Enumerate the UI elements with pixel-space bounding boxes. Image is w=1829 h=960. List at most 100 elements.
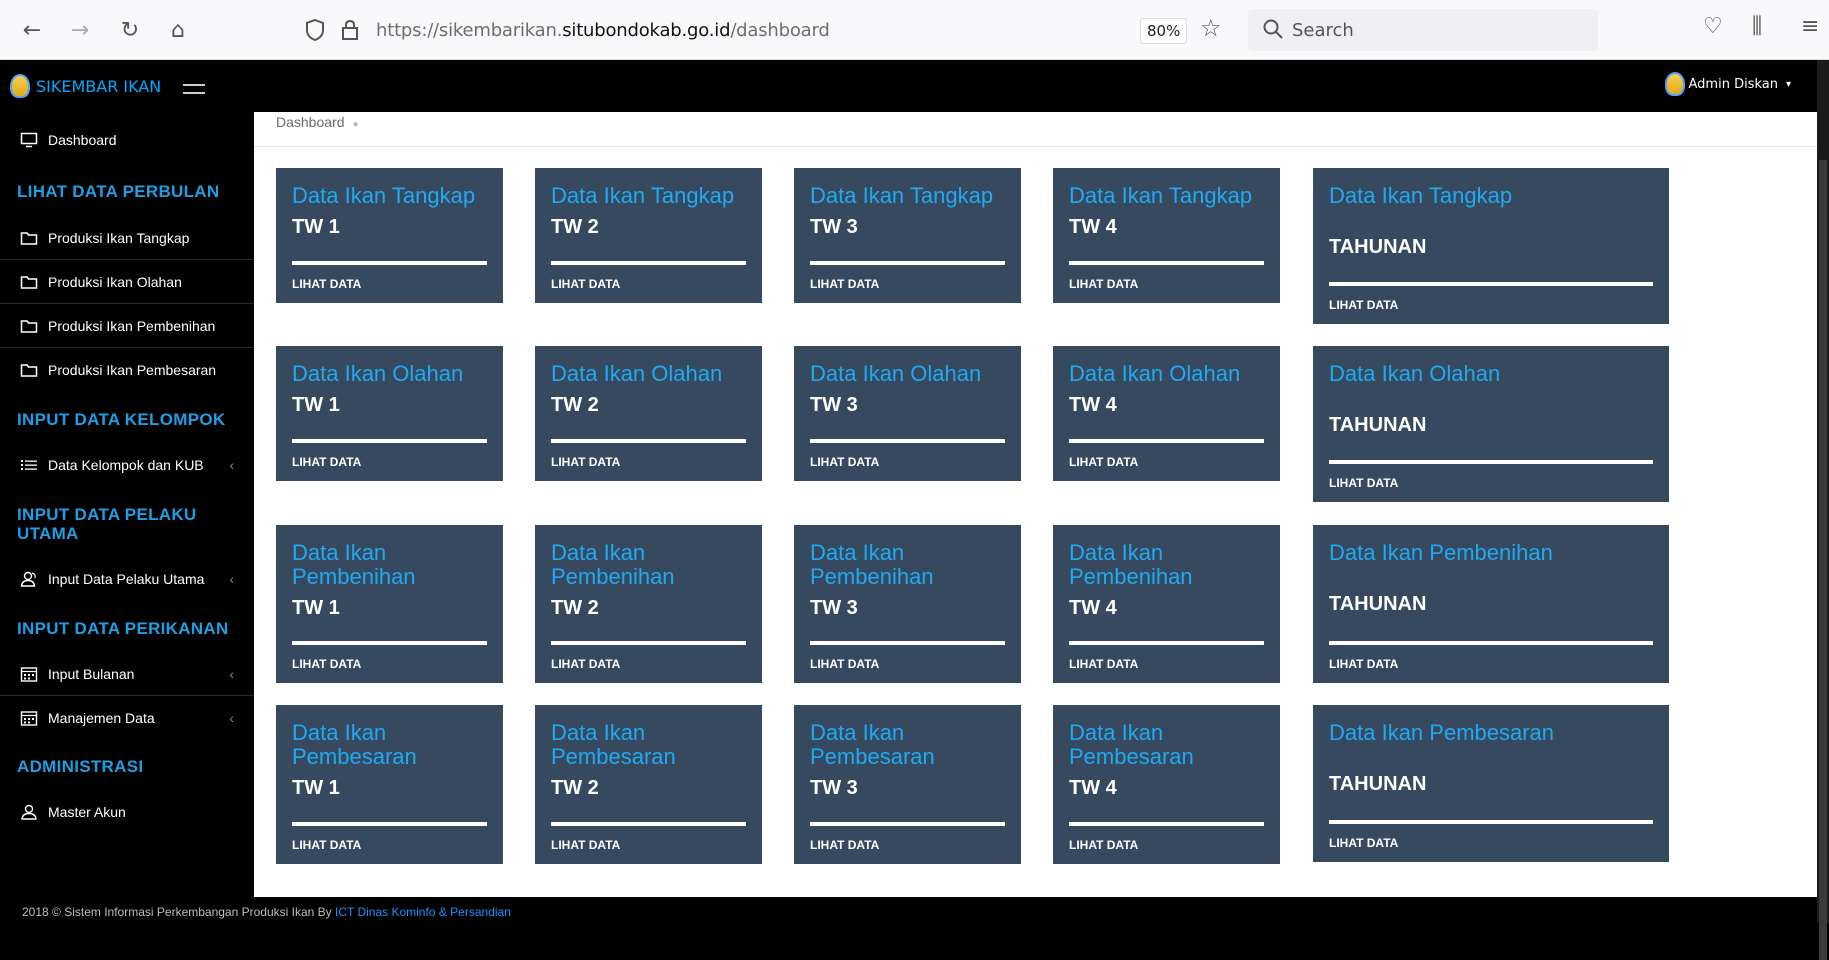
sidebar-item-akun[interactable]: Master Akun xyxy=(0,790,254,834)
card-period: TW 1 xyxy=(292,394,340,416)
card-divider xyxy=(810,439,1005,443)
lihat-data-link[interactable]: LIHAT DATA xyxy=(1069,657,1138,671)
lihat-data-link[interactable]: LIHAT DATA xyxy=(810,838,879,852)
chevron-left-icon: ‹ xyxy=(229,457,234,473)
scrollbar-thumb[interactable] xyxy=(1819,160,1827,960)
card-pembenihan-1[interactable]: Data Ikan Pembenihan TW 1 LIHAT DATA xyxy=(276,525,503,683)
card-olahan-1[interactable]: Data Ikan Olahan TW 1 LIHAT DATA xyxy=(276,346,503,481)
sidebar-item-pembenihan[interactable]: Produksi Ikan Pembenihan xyxy=(0,304,254,348)
card-tangkap-5[interactable]: Data Ikan Tangkap TAHUNAN LIHAT DATA xyxy=(1313,168,1669,324)
card-tangkap-2[interactable]: Data Ikan Tangkap TW 2 LIHAT DATA xyxy=(535,168,762,303)
card-tangkap-1[interactable]: Data Ikan Tangkap TW 1 LIHAT DATA xyxy=(276,168,503,303)
card-title: Data Ikan Pembesaran xyxy=(810,720,935,769)
lock-icon[interactable] xyxy=(340,18,360,42)
card-period: TW 3 xyxy=(810,216,858,238)
card-divider xyxy=(1069,261,1264,265)
user-menu[interactable]: Admin Diskan ▾ xyxy=(1664,72,1791,96)
url-text[interactable]: https://sikembarikan.situbondokab.go.id/… xyxy=(376,20,830,41)
section-title-admin: ADMINISTRASI xyxy=(17,757,144,776)
sidebar-toggle-icon[interactable] xyxy=(183,84,205,94)
lihat-data-link[interactable]: LIHAT DATA xyxy=(551,657,620,671)
library-icon[interactable]: ⫼ xyxy=(1752,14,1762,39)
reload-icon[interactable]: ↻ xyxy=(114,14,146,46)
card-title: Data Ikan Tangkap xyxy=(810,183,994,208)
lihat-data-link[interactable]: LIHAT DATA xyxy=(292,455,361,469)
card-title: Data Ikan Pembenihan xyxy=(551,540,675,589)
card-pembesaran-3[interactable]: Data Ikan Pembesaran TW 3 LIHAT DATA xyxy=(794,705,1021,864)
lihat-data-link[interactable]: LIHAT DATA xyxy=(292,657,361,671)
chevron-left-icon: ‹ xyxy=(229,710,234,726)
card-pembenihan-5[interactable]: Data Ikan Pembenihan TAHUNAN LIHAT DATA xyxy=(1313,525,1669,683)
card-tangkap-3[interactable]: Data Ikan Tangkap TW 3 LIHAT DATA xyxy=(794,168,1021,303)
card-olahan-2[interactable]: Data Ikan Olahan TW 2 LIHAT DATA xyxy=(535,346,762,481)
card-olahan-3[interactable]: Data Ikan Olahan TW 3 LIHAT DATA xyxy=(794,346,1021,481)
sidebar-item-dashboard[interactable]: Dashboard xyxy=(0,118,254,162)
sidebar-item-tangkap[interactable]: Produksi Ikan Tangkap xyxy=(0,216,254,260)
footer-link[interactable]: ICT Dinas Kominfo & Persandian xyxy=(335,905,511,919)
card-divider xyxy=(292,439,487,443)
sidebar-item-bulanan[interactable]: Input Bulanan ‹ xyxy=(0,652,254,696)
search-input[interactable]: Search xyxy=(1248,9,1598,51)
card-pembenihan-3[interactable]: Data Ikan Pembenihan TW 3 LIHAT DATA xyxy=(794,525,1021,683)
forward-icon[interactable]: → xyxy=(64,14,96,46)
lihat-data-link[interactable]: LIHAT DATA xyxy=(810,455,879,469)
card-title: Data Ikan Tangkap xyxy=(292,183,476,208)
sidebar-item-manajemen[interactable]: Manajemen Data ‹ xyxy=(0,696,254,740)
lihat-data-link[interactable]: LIHAT DATA xyxy=(1069,455,1138,469)
card-pembesaran-1[interactable]: Data Ikan Pembesaran TW 1 LIHAT DATA xyxy=(276,705,503,864)
lihat-data-link[interactable]: LIHAT DATA xyxy=(1329,476,1398,490)
scrollbar[interactable] xyxy=(1817,60,1829,960)
sidebar-item-olahan[interactable]: Produksi Ikan Olahan xyxy=(0,260,254,304)
card-divider xyxy=(810,822,1005,826)
card-divider xyxy=(292,261,487,265)
logo-icon xyxy=(10,74,30,98)
card-pembenihan-2[interactable]: Data Ikan Pembenihan TW 2 LIHAT DATA xyxy=(535,525,762,683)
users-icon xyxy=(20,571,36,587)
card-period: TW 3 xyxy=(810,597,858,619)
card-olahan-4[interactable]: Data Ikan Olahan TW 4 LIHAT DATA xyxy=(1053,346,1280,481)
lihat-data-link[interactable]: LIHAT DATA xyxy=(810,657,879,671)
lihat-data-link[interactable]: LIHAT DATA xyxy=(292,838,361,852)
lihat-data-link[interactable]: LIHAT DATA xyxy=(551,455,620,469)
card-olahan-5[interactable]: Data Ikan Olahan TAHUNAN LIHAT DATA xyxy=(1313,346,1669,502)
card-title: Data Ikan Olahan xyxy=(1069,361,1241,386)
sidebar-item-kub[interactable]: Data Kelompok dan KUB ‹ xyxy=(0,443,254,487)
card-tangkap-4[interactable]: Data Ikan Tangkap TW 4 LIHAT DATA xyxy=(1053,168,1280,303)
sidebar-item-pembesaran[interactable]: Produksi Ikan Pembesaran xyxy=(0,348,254,392)
card-divider xyxy=(551,439,746,443)
card-title: Data Ikan Pembesaran xyxy=(292,720,417,769)
sidebar-item-pelaku[interactable]: Input Data Pelaku Utama ‹ xyxy=(0,557,254,601)
lihat-data-link[interactable]: LIHAT DATA xyxy=(1329,836,1398,850)
back-icon[interactable]: ← xyxy=(16,14,48,46)
monitor-icon xyxy=(20,132,38,148)
section-title-perbulan: LIHAT DATA PERBULAN xyxy=(17,182,220,201)
shield-icon[interactable] xyxy=(304,18,326,42)
lihat-data-link[interactable]: LIHAT DATA xyxy=(551,277,620,291)
card-period: TAHUNAN xyxy=(1329,593,1427,615)
card-title: Data Ikan Olahan xyxy=(292,361,464,386)
section-title-kelompok: INPUT DATA KELOMPOK xyxy=(17,410,226,429)
home-icon[interactable]: ⌂ xyxy=(162,14,194,46)
lihat-data-link[interactable]: LIHAT DATA xyxy=(1069,838,1138,852)
lihat-data-link[interactable]: LIHAT DATA xyxy=(1329,657,1398,671)
lihat-data-link[interactable]: LIHAT DATA xyxy=(810,277,879,291)
bookmark-star-icon[interactable]: ☆ xyxy=(1200,14,1222,42)
lihat-data-link[interactable]: LIHAT DATA xyxy=(292,277,361,291)
folder-icon xyxy=(20,231,38,245)
card-pembesaran-2[interactable]: Data Ikan Pembesaran TW 2 LIHAT DATA xyxy=(535,705,762,864)
card-period: TAHUNAN xyxy=(1329,773,1427,795)
card-pembenihan-4[interactable]: Data Ikan Pembenihan TW 4 LIHAT DATA xyxy=(1053,525,1280,683)
address-bar[interactable]: https://sikembarikan.situbondokab.go.id/… xyxy=(296,9,1206,51)
chevron-left-icon: ‹ xyxy=(229,665,234,682)
card-title: Data Ikan Pembesaran xyxy=(551,720,676,769)
menu-icon[interactable]: ≡ xyxy=(1801,14,1819,39)
zoom-level[interactable]: 80% xyxy=(1140,18,1188,44)
card-pembesaran-5[interactable]: Data Ikan Pembesaran TAHUNAN LIHAT DATA xyxy=(1313,705,1669,862)
brand[interactable]: SIKEMBAR IKAN xyxy=(10,74,161,98)
card-pembesaran-4[interactable]: Data Ikan Pembesaran TW 4 LIHAT DATA xyxy=(1053,705,1280,864)
card-period: TW 4 xyxy=(1069,394,1117,416)
pocket-icon[interactable]: ♡ xyxy=(1703,14,1723,39)
lihat-data-link[interactable]: LIHAT DATA xyxy=(1069,277,1138,291)
lihat-data-link[interactable]: LIHAT DATA xyxy=(1329,298,1398,312)
lihat-data-link[interactable]: LIHAT DATA xyxy=(551,838,620,852)
